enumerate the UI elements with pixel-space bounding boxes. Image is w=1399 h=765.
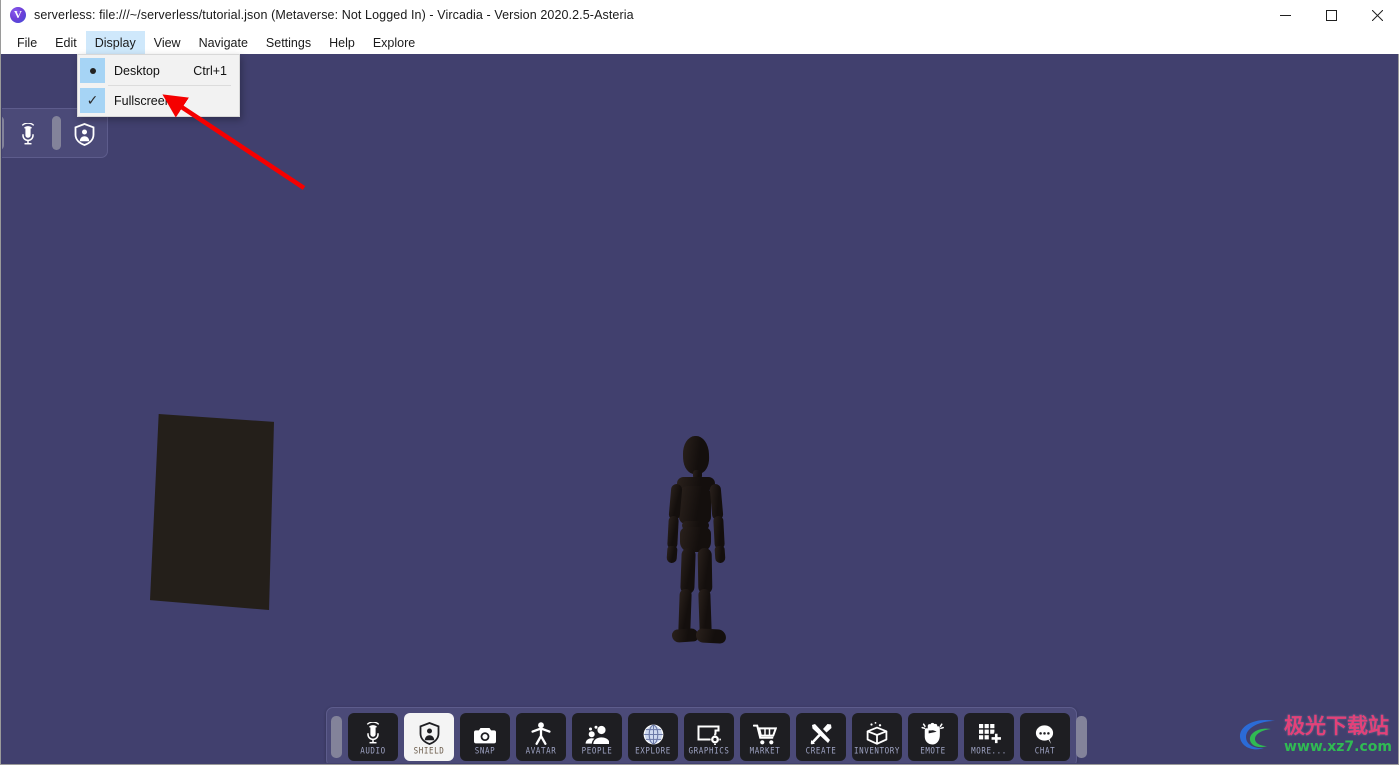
globe-icon xyxy=(643,720,664,745)
hud-toolbar: AUDIO SHIELD xyxy=(326,707,1077,763)
hud-button-group: AUDIO SHIELD xyxy=(348,713,1070,761)
hud-button-label: EXPLORE xyxy=(635,745,671,755)
hud-button-inventory[interactable]: INVENTORY xyxy=(852,713,902,761)
mannequin-avatar[interactable] xyxy=(657,436,752,661)
checkmark-glyph: ✓ xyxy=(87,94,99,108)
microphone-icon xyxy=(18,121,38,146)
menu-option-label: Desktop xyxy=(114,64,160,78)
hud-button-graphics[interactable]: GRAPHICS xyxy=(684,713,734,761)
radio-dot xyxy=(90,68,96,74)
window-title: serverless: file:///~/serverless/tutoria… xyxy=(34,8,634,22)
hud-button-audio-top[interactable] xyxy=(9,112,47,154)
menu-item-settings[interactable]: Settings xyxy=(257,31,320,54)
maximize-icon xyxy=(1326,10,1337,21)
menu-item-file[interactable]: File xyxy=(8,31,46,54)
menu-option-shortcut: Ctrl+1 xyxy=(193,64,227,78)
menu-item-navigate[interactable]: Navigate xyxy=(190,31,257,54)
vircadia-logo-icon: V xyxy=(10,7,26,23)
watermark-swirl-icon xyxy=(1237,715,1279,755)
menu-item-explore[interactable]: Explore xyxy=(364,31,424,54)
hud-button-label: MARKET xyxy=(750,745,781,755)
menu-item-help[interactable]: Help xyxy=(320,31,364,54)
toolbar-drag-handle-top-left[interactable] xyxy=(2,116,4,150)
box-icon xyxy=(866,720,888,745)
hud-button-label: SNAP xyxy=(475,745,495,755)
hud-button-shield-top[interactable] xyxy=(66,112,104,154)
hud-button-avatar[interactable]: AVATAR xyxy=(516,713,566,761)
microphone-icon xyxy=(363,720,383,745)
radio-selected-icon xyxy=(80,58,105,83)
hud-button-explore[interactable]: EXPLORE xyxy=(628,713,678,761)
hud-button-chat[interactable]: CHAT xyxy=(1020,713,1070,761)
menu-option-label: Fullscreen xyxy=(114,94,172,108)
shield-icon xyxy=(74,121,95,146)
person-icon xyxy=(531,720,551,745)
display-gear-icon xyxy=(697,720,721,745)
hud-button-label: INVENTORY xyxy=(854,745,900,755)
toolbar-drag-handle-right[interactable] xyxy=(1076,716,1087,758)
shield-icon xyxy=(419,720,440,745)
title-bar: V serverless: file:///~/serverless/tutor… xyxy=(1,0,1399,31)
hud-button-label: CHAT xyxy=(1035,745,1055,755)
hand-wave-icon xyxy=(921,720,945,745)
menu-option-desktop[interactable]: Desktop Ctrl+1 xyxy=(78,57,239,84)
hud-button-label: CREATE xyxy=(806,745,837,755)
dark-entity-panel[interactable] xyxy=(150,412,274,610)
hud-button-market[interactable]: MARKET xyxy=(740,713,790,761)
close-button[interactable] xyxy=(1354,0,1399,31)
menu-bar: File Edit Display View Navigate Settings… xyxy=(1,31,1399,54)
checkmark-icon: ✓ xyxy=(80,88,105,113)
camera-icon xyxy=(473,720,497,745)
window-controls xyxy=(1262,0,1399,31)
hud-button-people[interactable]: PEOPLE xyxy=(572,713,622,761)
cart-icon xyxy=(753,720,777,745)
watermark-url-text: www.xz7.com xyxy=(1284,740,1392,754)
tools-icon xyxy=(810,720,833,745)
hud-button-label: SHIELD xyxy=(414,745,445,755)
hud-button-label: PEOPLE xyxy=(582,745,613,755)
menu-option-fullscreen[interactable]: ✓ Fullscreen xyxy=(78,87,239,114)
watermark-cn-text: 极光下载站 xyxy=(1284,716,1392,737)
hud-button-shield[interactable]: SHIELD xyxy=(404,713,454,761)
menu-separator xyxy=(108,85,231,86)
people-icon xyxy=(585,720,609,745)
close-icon xyxy=(1372,10,1383,21)
hud-button-snap[interactable]: SNAP xyxy=(460,713,510,761)
toolbar-drag-handle-left[interactable] xyxy=(331,716,342,758)
hud-button-audio[interactable]: AUDIO xyxy=(348,713,398,761)
hud-button-label: AVATAR xyxy=(526,745,557,755)
hud-button-label: MORE... xyxy=(971,745,1007,755)
grid-plus-icon xyxy=(978,720,1001,745)
3d-viewport[interactable]: 极光下载站 www.xz7.com xyxy=(2,54,1398,763)
logo-letter: V xyxy=(14,10,22,21)
toolbar-drag-handle-top-mid[interactable] xyxy=(52,116,61,150)
hud-button-label: GRAPHICS xyxy=(689,745,730,755)
display-dropdown-menu: Desktop Ctrl+1 ✓ Fullscreen xyxy=(77,54,240,117)
maximize-button[interactable] xyxy=(1308,0,1354,31)
hud-button-label: EMOTE xyxy=(920,745,946,755)
menu-item-view[interactable]: View xyxy=(145,31,190,54)
menu-item-display[interactable]: Display xyxy=(86,31,145,54)
hud-button-label: AUDIO xyxy=(360,745,386,755)
hud-button-emote[interactable]: EMOTE xyxy=(908,713,958,761)
minimize-button[interactable] xyxy=(1262,0,1308,31)
hud-button-more[interactable]: MORE... xyxy=(964,713,1014,761)
application-window: V serverless: file:///~/serverless/tutor… xyxy=(0,0,1399,765)
minimize-icon xyxy=(1280,10,1291,21)
hud-button-create[interactable]: CREATE xyxy=(796,713,846,761)
menu-item-edit[interactable]: Edit xyxy=(46,31,86,54)
watermark: 极光下载站 www.xz7.com xyxy=(1237,715,1392,755)
chat-bubble-icon xyxy=(1034,720,1056,745)
